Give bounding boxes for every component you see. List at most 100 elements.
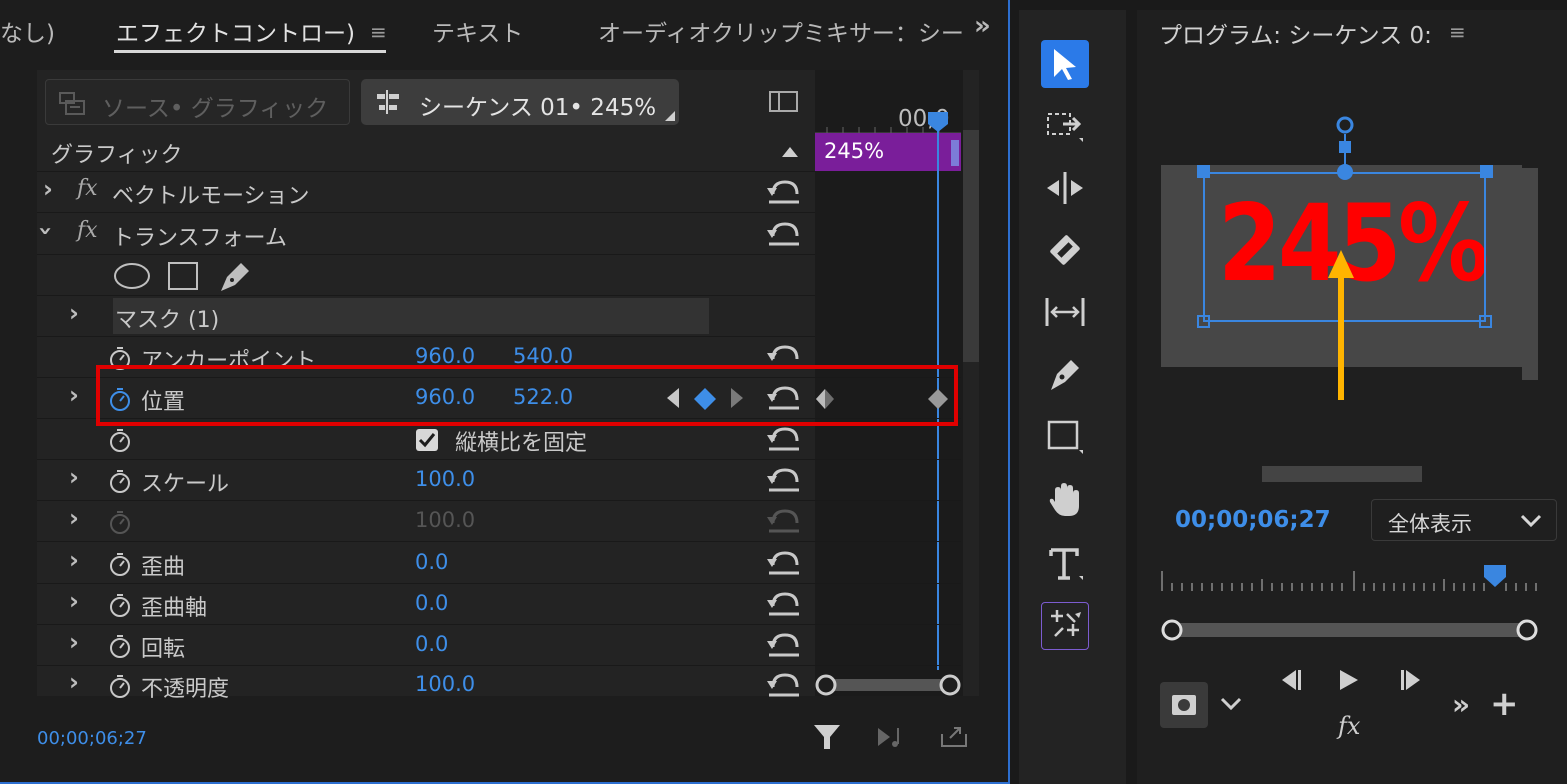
stopwatch-icon[interactable] <box>109 674 131 698</box>
effect-name: ベクトルモーション <box>112 184 310 209</box>
zoom-fit-dropdown[interactable]: 全体表示 <box>1371 499 1557 541</box>
selection-arrow-icon <box>1054 49 1076 80</box>
mask-tools-row <box>37 255 815 296</box>
clip-bar-label: 245% <box>824 139 885 163</box>
fx-icon[interactable]: fx <box>77 176 98 201</box>
filter-icon[interactable] <box>812 722 842 752</box>
property-row-scale-width: › 100.0 <box>37 501 961 542</box>
export-icon[interactable] <box>938 722 970 750</box>
program-zoom-scrollbar[interactable] <box>1160 615 1538 645</box>
expand-chevron-icon[interactable]: › <box>69 504 79 532</box>
property-label: 不透明度 <box>141 677 230 702</box>
hand-tool[interactable] <box>1041 476 1089 524</box>
reset-icon[interactable] <box>767 466 801 492</box>
program-current-time[interactable]: 00;00;06;27 <box>1175 507 1331 533</box>
uniform-scale-label: 縦横比を固定 <box>455 431 588 456</box>
sequence-clip-button[interactable]: シーケンス 01• 245% <box>361 79 679 125</box>
expand-chevron-icon[interactable]: › <box>69 628 79 656</box>
pen-mask-icon[interactable] <box>217 259 253 293</box>
stopwatch-icon[interactable] <box>109 634 131 658</box>
ripple-edit-tool[interactable] <box>1041 164 1089 212</box>
fx-toggle-button[interactable]: fx <box>1338 712 1360 740</box>
reset-icon[interactable] <box>767 220 801 246</box>
slip-tool[interactable] <box>1041 288 1089 336</box>
scale-value[interactable]: 100.0 <box>415 467 475 491</box>
skew-axis-value[interactable]: 0.0 <box>415 591 448 615</box>
program-horizontal-scrollbar[interactable] <box>1262 466 1422 482</box>
opacity-value[interactable]: 100.0 <box>415 672 475 696</box>
overflow-controls-button[interactable]: » <box>1452 688 1470 721</box>
rotation-value[interactable]: 0.0 <box>415 632 448 656</box>
rectangle-mask-icon[interactable] <box>167 261 201 291</box>
button-editor-add[interactable]: + <box>1490 684 1519 724</box>
tab-menu-icon[interactable]: ≡ <box>370 20 387 44</box>
remix-icon <box>1051 610 1081 637</box>
reset-icon[interactable] <box>767 671 801 697</box>
tab-none[interactable]: なし) <box>0 14 55 48</box>
play-audio-only-icon[interactable] <box>876 724 908 750</box>
stopwatch-icon[interactable] <box>109 552 131 576</box>
reset-icon[interactable] <box>767 178 801 204</box>
expand-chevron-icon[interactable]: › <box>69 587 79 615</box>
timeline-zoom-scrollbar[interactable] <box>815 673 961 697</box>
rectangle-tool[interactable] <box>1041 414 1089 462</box>
program-monitor-title[interactable]: プログラム: シーケンス 0: <box>1159 16 1432 50</box>
export-frame-button[interactable] <box>1160 682 1208 728</box>
expand-chevron-icon[interactable]: › <box>43 175 53 203</box>
expand-chevron-icon[interactable]: › <box>69 381 79 409</box>
reset-icon[interactable] <box>767 549 801 575</box>
tab-audio-clip-mixer[interactable]: オーディオクリップミキサー：シー <box>598 14 962 48</box>
pen-tool[interactable] <box>1041 350 1089 398</box>
mask-row[interactable]: › マスク (1) <box>37 296 815 337</box>
reset-disabled-icon <box>767 509 799 533</box>
razor-tool[interactable] <box>1041 226 1089 274</box>
reset-icon[interactable] <box>767 425 801 451</box>
selection-tool[interactable] <box>1041 40 1089 88</box>
uniform-scale-checkbox[interactable] <box>415 428 439 452</box>
ellipse-mask-icon[interactable] <box>113 261 153 291</box>
dropdown-corner-icon <box>665 111 675 121</box>
fx-icon[interactable]: fx <box>77 218 98 243</box>
effect-controls-current-time[interactable]: 00;00;06;27 <box>37 728 147 749</box>
skew-value[interactable]: 0.0 <box>415 550 448 574</box>
playhead-handle-icon[interactable] <box>926 110 950 134</box>
chevron-down-icon[interactable] <box>1220 696 1242 712</box>
properties-scrollbar[interactable] <box>963 130 979 362</box>
collapse-chevron-icon[interactable]: › <box>32 226 60 236</box>
stopwatch-icon[interactable] <box>109 428 131 452</box>
property-row-rotation: › 回転 0.0 <box>37 625 961 666</box>
reset-icon[interactable] <box>767 631 801 657</box>
position-row-highlight <box>96 365 958 426</box>
track-select-tool[interactable] <box>1041 102 1089 150</box>
step-forward-icon[interactable] <box>1398 668 1424 692</box>
program-time-ruler[interactable] <box>1160 563 1538 595</box>
active-tab-underline <box>114 50 386 53</box>
type-tool[interactable] <box>1041 540 1089 588</box>
panel-toggle-icon[interactable] <box>769 90 799 114</box>
section-header-graphic[interactable]: グラフィック <box>37 131 815 172</box>
play-icon[interactable] <box>1338 668 1360 692</box>
track-select-icon <box>1047 113 1083 142</box>
expand-chevron-icon[interactable]: › <box>69 463 79 491</box>
expand-chevron-icon[interactable]: › <box>69 546 79 574</box>
effect-row-transform[interactable]: › fx トランスフォーム <box>32 214 815 255</box>
reset-icon[interactable] <box>767 590 801 616</box>
effect-row-vector-motion[interactable]: › fx ベクトルモーション <box>37 172 815 213</box>
tab-effect-controls[interactable]: エフェクトコントロー) <box>116 14 355 48</box>
source-clip-label: ソース• グラフィック <box>102 96 329 122</box>
tab-overflow-button[interactable]: » <box>974 11 991 41</box>
ripple-edit-icon <box>1047 172 1083 204</box>
property-row-scale: › スケール 100.0 <box>37 460 961 501</box>
stopwatch-icon[interactable] <box>109 593 131 617</box>
step-back-icon[interactable] <box>1278 668 1304 692</box>
align-icon <box>377 90 399 114</box>
program-menu-icon[interactable]: ≡ <box>1449 20 1466 44</box>
tab-text[interactable]: テキスト <box>432 14 523 48</box>
stopwatch-icon[interactable] <box>109 469 131 493</box>
expand-chevron-icon[interactable]: › <box>69 668 79 696</box>
scale-width-value: 100.0 <box>415 508 476 532</box>
expand-chevron-icon[interactable]: › <box>69 299 79 327</box>
collapse-up-icon[interactable] <box>782 147 798 157</box>
source-clip-button[interactable]: ソース• グラフィック <box>45 79 350 125</box>
remix-tool[interactable] <box>1041 602 1089 650</box>
